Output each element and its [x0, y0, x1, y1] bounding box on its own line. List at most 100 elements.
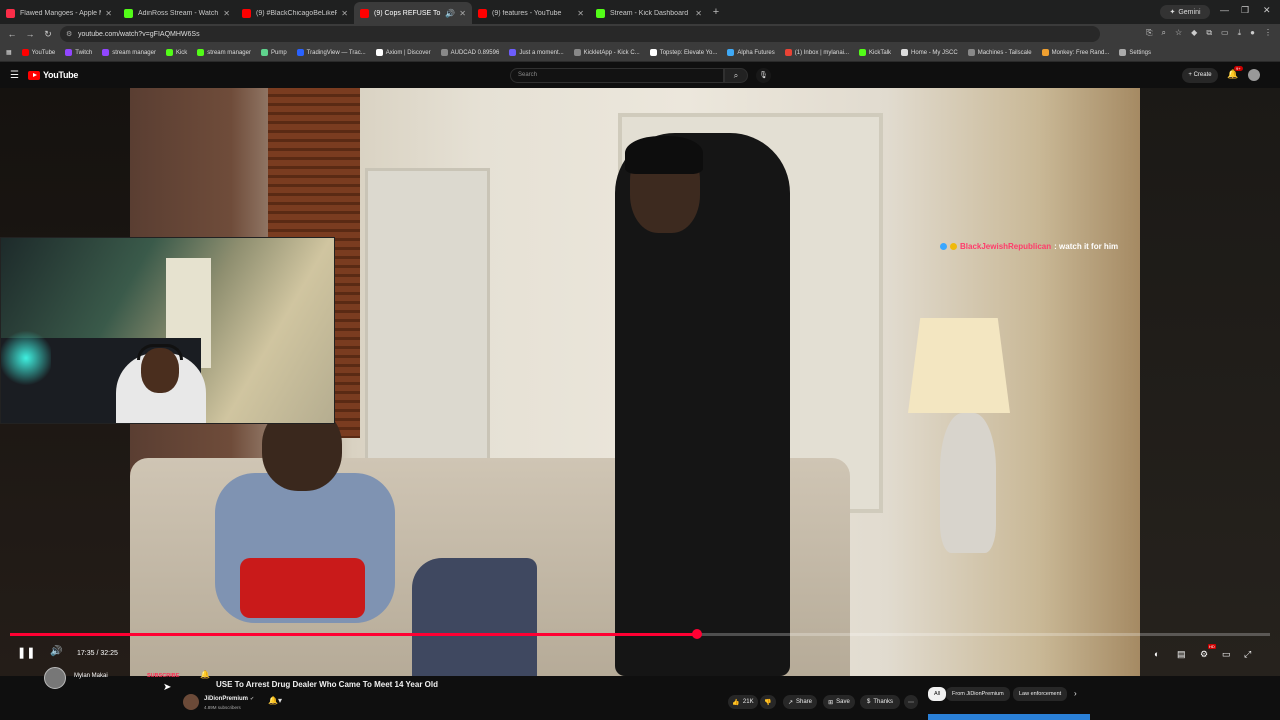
voice-search-icon[interactable]: 🎙: [756, 68, 771, 83]
tab-title: (9) #BlackChicagoBeLikePart12: [256, 9, 338, 17]
browser-tab-active[interactable]: (9) Cops REFUSE To Arrest 🔊 ✕: [354, 2, 472, 24]
chip-law-enforcement[interactable]: Law enforcement: [1013, 687, 1068, 701]
bookmark-label: AUDCAD 0.89596: [450, 49, 500, 56]
video-player[interactable]: BlackJewishRepublican : watch it for him…: [0, 88, 1280, 676]
twitch-icon: [65, 49, 73, 56]
puzzle-icon[interactable]: ⧉: [1206, 28, 1212, 38]
notification-bell-icon[interactable]: 🔔▾: [268, 696, 282, 705]
notification-count-badge: 9+: [1234, 66, 1243, 71]
close-tab-icon[interactable]: ✕: [695, 9, 702, 18]
progress-bar[interactable]: [10, 629, 1270, 639]
new-tab-button[interactable]: +: [708, 6, 724, 18]
chat-badge-icon: [950, 243, 957, 250]
download-icon[interactable]: ⤓: [1238, 28, 1242, 38]
menu-icon[interactable]: ⋮: [1264, 28, 1272, 38]
close-tab-icon[interactable]: ✕: [341, 9, 348, 18]
bookmark[interactable]: Alpha Futures: [727, 49, 775, 56]
recommended-thumbnail[interactable]: [928, 714, 1090, 720]
audio-icon[interactable]: 🔊: [445, 9, 455, 18]
bookmark[interactable]: Just a moment...: [509, 49, 564, 56]
bookmark[interactable]: Home - My JSCC: [901, 49, 958, 56]
bookmark[interactable]: Axiom | Discover: [375, 49, 431, 56]
site-info-icon[interactable]: ⚙: [66, 30, 72, 38]
share-button[interactable]: ↗ Share: [783, 695, 817, 709]
more-actions-button[interactable]: ⋯: [904, 695, 918, 709]
close-tab-icon[interactable]: ✕: [223, 9, 230, 18]
bookmark[interactable]: stream manager: [102, 49, 156, 56]
pump-icon: [260, 49, 268, 56]
autoplay-toggle-icon[interactable]: ◐: [1154, 649, 1159, 659]
bookmark[interactable]: Kick: [165, 49, 187, 56]
profile-icon[interactable]: ●: [1250, 28, 1255, 38]
chip-from-channel[interactable]: From JiDionPremium: [946, 687, 1010, 701]
channel-avatar[interactable]: [183, 694, 199, 710]
browser-tab[interactable]: (9) features - YouTube ✕: [472, 2, 590, 24]
install-icon[interactable]: ⎘: [1146, 28, 1152, 38]
bookmark[interactable]: YouTube: [21, 49, 55, 56]
bookmark[interactable]: KickletApp - Kick C...: [573, 49, 640, 56]
channel-name[interactable]: JiDionPremium: [204, 696, 248, 702]
bookmark-label: KickTalk: [869, 49, 892, 56]
zoom-icon[interactable]: ⌕: [1162, 28, 1166, 38]
close-tab-icon[interactable]: ✕: [577, 9, 584, 18]
forward-icon[interactable]: →: [24, 29, 36, 39]
bookmark[interactable]: stream manager: [197, 49, 251, 56]
browser-toolbar: ← → ↻ ⚙ youtube.com/watch?v=gFIAQMHW6Ss …: [0, 24, 1280, 44]
theater-mode-icon[interactable]: ▭: [1222, 649, 1231, 660]
maximize-icon[interactable]: ❐: [1241, 5, 1249, 16]
gemini-label: Gemini: [1178, 8, 1201, 16]
youtube-play-icon: [28, 70, 40, 80]
hamburger-menu-icon[interactable]: ☰: [10, 70, 19, 81]
browser-tab[interactable]: Stream - Kick Dashboard ✕: [590, 2, 708, 24]
bookmark[interactable]: Pump: [260, 49, 287, 56]
dislike-button[interactable]: 👎: [760, 695, 776, 709]
like-button[interactable]: 👍 21K: [728, 695, 758, 709]
bell-icon: 🔔: [200, 670, 210, 679]
bookmark[interactable]: TradingView — Trac...: [296, 49, 366, 56]
chip-all[interactable]: All: [928, 687, 947, 701]
back-icon[interactable]: ←: [6, 29, 18, 39]
bookmark[interactable]: Twitch: [65, 49, 92, 56]
gemini-button[interactable]: ✦ Gemini: [1160, 5, 1210, 19]
minimize-icon[interactable]: —: [1220, 5, 1229, 15]
search-button[interactable]: ⌕: [724, 68, 748, 83]
captions-icon[interactable]: ▤: [1177, 649, 1186, 660]
star-icon[interactable]: ☆: [1175, 28, 1182, 38]
browser-tab[interactable]: AdinRoss Stream - Watch Live ✕: [118, 2, 236, 24]
extension-icon[interactable]: ◆: [1191, 28, 1197, 38]
bookmark[interactable]: Monkey: Free Rand...: [1041, 49, 1109, 56]
bookmark[interactable]: Topstep: Elevate Yo...: [649, 49, 717, 56]
save-button[interactable]: ⊞ Save: [823, 695, 855, 709]
thanks-button[interactable]: $ Thanks: [860, 695, 900, 709]
reload-icon[interactable]: ↻: [42, 29, 54, 40]
search-input[interactable]: Search: [510, 68, 724, 83]
close-tab-icon[interactable]: ✕: [105, 9, 112, 18]
save-label: Save: [836, 699, 850, 705]
settings-gear-icon[interactable]: ⚙: [1200, 649, 1208, 660]
close-window-icon[interactable]: ✕: [1263, 5, 1271, 16]
youtube-logo[interactable]: YouTube: [28, 70, 78, 80]
bookmark-label: Pump: [270, 49, 287, 56]
bookmark[interactable]: AUDCAD 0.89596: [440, 49, 500, 56]
close-tab-icon[interactable]: ✕: [459, 9, 466, 18]
mouse-cursor-icon: ➤: [163, 682, 172, 693]
browser-tab[interactable]: (9) #BlackChicagoBeLikePart12 ✕: [236, 2, 354, 24]
bookmark[interactable]: KickTalk: [859, 49, 891, 56]
youtube-header: ☰ YouTube Search ⌕ 🎙 + Create 🔔 9+: [0, 62, 1280, 88]
address-bar[interactable]: ⚙ youtube.com/watch?v=gFIAQMHW6Ss: [60, 26, 1100, 42]
scrubber-handle[interactable]: [691, 629, 702, 639]
create-button[interactable]: + Create: [1182, 68, 1218, 83]
volume-icon[interactable]: 🔊: [50, 646, 62, 657]
thumbs-down-icon: 👎: [764, 699, 772, 706]
browser-tab[interactable]: Flawed Mangoes - Apple Music ✕: [0, 2, 118, 24]
progress-bar-fill: [10, 633, 697, 636]
pause-icon[interactable]: ❚❚: [17, 646, 35, 659]
fullscreen-icon[interactable]: ⤢: [1244, 649, 1251, 660]
sidepanel-icon[interactable]: ▭: [1221, 28, 1229, 38]
chevron-right-icon[interactable]: ›: [1074, 689, 1077, 698]
account-avatar[interactable]: [1248, 69, 1260, 81]
bookmark[interactable]: Settings: [1119, 49, 1151, 56]
bookmark[interactable]: Machines - Tailscale: [967, 49, 1032, 56]
bookmark[interactable]: (1) Inbox | mylanai...: [784, 49, 849, 56]
apps-icon[interactable]: ▦: [6, 49, 12, 56]
